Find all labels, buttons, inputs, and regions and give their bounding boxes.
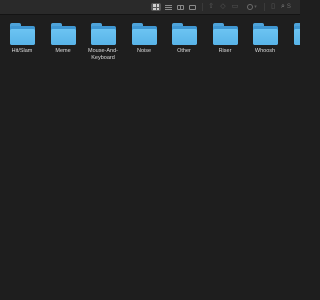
folder-label: Hit/Slam (11, 48, 33, 54)
group-icon: ▭ (231, 3, 239, 10)
grid-icon (153, 4, 159, 10)
folder-icon (90, 23, 116, 45)
sidebar-icon: ▯ (271, 3, 275, 10)
icon-view-button[interactable] (151, 3, 161, 11)
action-menu-button[interactable]: ▾ (245, 3, 259, 11)
folder-item[interactable]: Mouse-And- Keyboard (83, 22, 123, 62)
folder-icon (171, 23, 197, 45)
list-view-button[interactable] (164, 3, 173, 11)
column-view-button[interactable] (176, 3, 185, 11)
finder-toolbar: ⇧ ◇ ▭ ▾ ▯ ⌕ S (0, 0, 300, 15)
folder-label: Mouse-And- Keyboard (88, 48, 118, 61)
folder-icon (212, 23, 238, 45)
search-field[interactable]: ⌕ S (281, 3, 300, 11)
folder-item[interactable]: Whoosh (245, 22, 285, 55)
more-icon (247, 4, 254, 10)
sidebar-toggle-button[interactable]: ▯ (270, 3, 276, 11)
folder-item[interactable]: Other (164, 22, 204, 55)
folder-item[interactable]: Meme (43, 22, 83, 55)
folder-label: Y (286, 48, 300, 55)
folder-item[interactable]: Hit/Slam (2, 22, 42, 55)
folder-label: Noise (136, 48, 152, 54)
folder-icon (9, 23, 35, 45)
folder-label: Riser (218, 48, 232, 54)
folder-icon (50, 23, 76, 45)
list-icon (165, 4, 172, 10)
share-button[interactable]: ⇧ (207, 3, 215, 11)
tag-icon: ◇ (220, 3, 226, 10)
toolbar-divider (264, 3, 265, 11)
folder-label: Whoosh (254, 48, 276, 54)
gallery-icon (189, 4, 196, 10)
folder-icon (252, 23, 278, 45)
folder-item[interactable]: Riser (205, 22, 245, 55)
folder-grid: Hit/Slam Meme Mouse-And- Keyboard Noise … (0, 15, 300, 300)
folder-item[interactable]: Y (286, 22, 300, 55)
gallery-view-button[interactable] (188, 3, 197, 11)
group-button[interactable]: ▭ (231, 3, 239, 11)
share-icon: ⇧ (208, 3, 214, 10)
folder-label: Other (177, 48, 191, 54)
folder-icon (131, 23, 157, 45)
tags-button[interactable]: ◇ (219, 3, 227, 11)
folder-icon (293, 23, 300, 45)
folder-item[interactable]: Noise (124, 22, 164, 55)
folder-label: Meme (55, 48, 71, 54)
finder-window: ⇧ ◇ ▭ ▾ ▯ ⌕ S Hit/Slam Meme Mouse-And- K… (0, 0, 300, 300)
search-icon: ⌕ (281, 3, 285, 10)
toolbar-divider (202, 3, 203, 11)
chevron-down-icon: ▾ (254, 4, 257, 10)
search-label: S (286, 4, 291, 10)
columns-icon (177, 4, 184, 10)
